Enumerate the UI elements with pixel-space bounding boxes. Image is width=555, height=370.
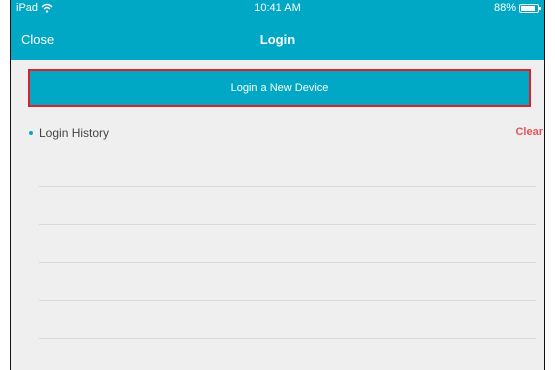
clear-history-button[interactable]: Clear bbox=[515, 126, 543, 138]
login-history-list bbox=[39, 186, 536, 370]
battery-icon bbox=[519, 3, 541, 13]
login-history-header: Login History Clear bbox=[29, 126, 543, 142]
battery-percent: 88% bbox=[493, 2, 516, 14]
battery-fill bbox=[521, 5, 536, 11]
login-history-title: Login History bbox=[39, 126, 110, 140]
page-title: Login bbox=[259, 32, 296, 47]
history-row[interactable] bbox=[39, 338, 536, 370]
history-row[interactable] bbox=[39, 262, 536, 300]
history-row[interactable] bbox=[39, 300, 536, 338]
login-new-device-highlight: Login a New Device bbox=[28, 69, 531, 107]
app-frame: iPad 10:41 AM 88% Close Login Login a Ne… bbox=[10, 0, 545, 370]
history-row[interactable] bbox=[39, 186, 536, 224]
status-time: 10:41 AM bbox=[254, 2, 301, 14]
status-right: 88% bbox=[493, 2, 541, 14]
bullet-icon bbox=[29, 131, 33, 135]
login-new-device-button[interactable]: Login a New Device bbox=[30, 71, 529, 105]
nav-bar: Close Login bbox=[11, 18, 544, 60]
status-bar: iPad 10:41 AM 88% bbox=[11, 0, 544, 18]
history-row[interactable] bbox=[39, 224, 536, 262]
